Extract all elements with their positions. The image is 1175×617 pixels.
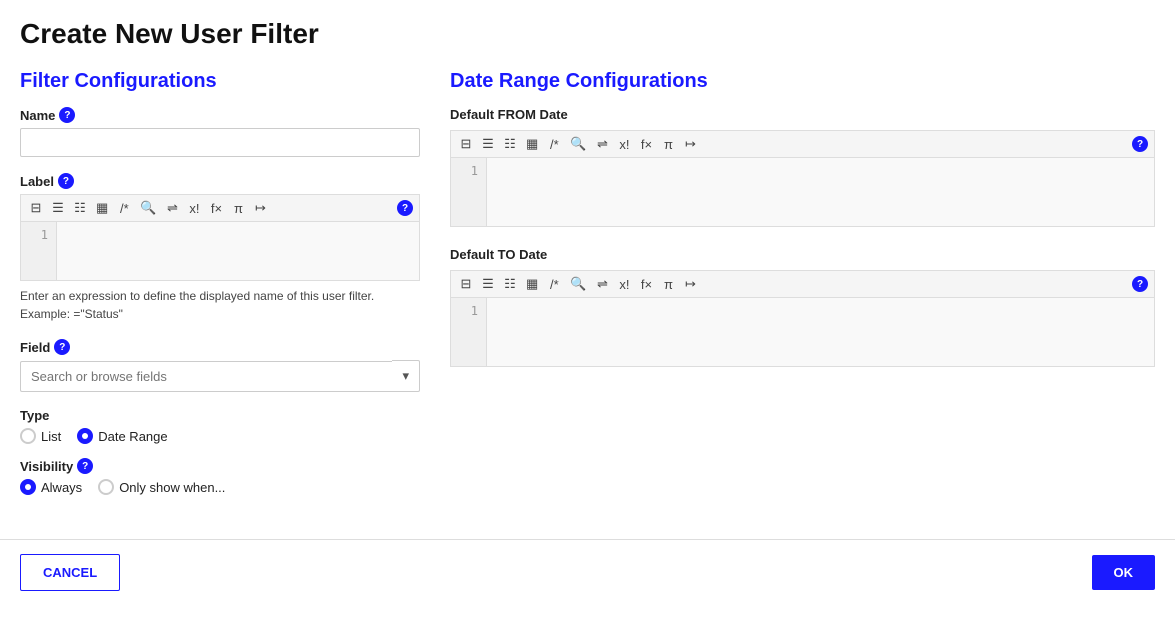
from-editor-toolbar: ⊟ ☰ ☷ ▦ /* 🔍 ⇌ x! f× π ↦ ? <box>450 130 1155 157</box>
from-toolbar-btn-5[interactable]: /* <box>545 135 563 154</box>
visibility-radio-group: Always Only show when... <box>20 479 420 495</box>
type-radio-group: List Date Range <box>20 428 420 444</box>
filter-config-title: Filter Configurations <box>20 70 420 93</box>
field-search-input[interactable] <box>20 361 392 392</box>
toolbar-btn-8[interactable]: x! <box>185 199 203 218</box>
toolbar-btn-3[interactable]: ☷ <box>71 198 89 218</box>
type-list-option[interactable]: List <box>20 428 61 444</box>
to-toolbar-btn-11[interactable]: ↦ <box>681 274 699 294</box>
type-list-radio[interactable] <box>20 428 36 444</box>
from-toolbar-btn-6[interactable]: 🔍 <box>567 134 589 154</box>
visibility-label: Visibility ? <box>20 458 420 474</box>
toolbar-btn-7[interactable]: ⇌ <box>163 198 181 218</box>
toolbar-btn-6[interactable]: 🔍 <box>137 198 159 218</box>
to-toolbar-btn-5[interactable]: /* <box>545 275 563 294</box>
type-daterange-radio[interactable] <box>77 428 93 444</box>
visibility-conditional-radio[interactable] <box>98 479 114 495</box>
to-editor-help-icon[interactable]: ? <box>1132 276 1148 292</box>
from-toolbar-btn-1[interactable]: ⊟ <box>457 134 475 154</box>
to-date-label: Default TO Date <box>450 247 1155 262</box>
to-toolbar-btn-10[interactable]: π <box>659 275 677 294</box>
cancel-button[interactable]: CANCEL <box>20 554 120 591</box>
type-daterange-option[interactable]: Date Range <box>77 428 167 444</box>
right-panel: Date Range Configurations Default FROM D… <box>450 70 1155 509</box>
from-toolbar-btn-7[interactable]: ⇌ <box>593 134 611 154</box>
to-date-section: Default TO Date ⊟ ☰ ☷ ▦ /* 🔍 ⇌ x! f× π ↦… <box>450 247 1155 367</box>
left-panel: Filter Configurations Name ? Label ? ⊟ ☰… <box>20 70 420 509</box>
toolbar-btn-4[interactable]: ▦ <box>93 198 111 218</box>
label-editor-body: 1 <box>20 221 420 281</box>
to-toolbar-btn-7[interactable]: ⇌ <box>593 274 611 294</box>
from-toolbar-btn-4[interactable]: ▦ <box>523 134 541 154</box>
from-editor-body: 1 <box>450 157 1155 227</box>
name-help-icon[interactable]: ? <box>59 107 75 123</box>
from-editor-help-icon[interactable]: ? <box>1132 136 1148 152</box>
from-date-section: Default FROM Date ⊟ ☰ ☷ ▦ /* 🔍 ⇌ x! f× π… <box>450 107 1155 227</box>
to-editor-content[interactable] <box>487 298 1154 366</box>
from-toolbar-btn-10[interactable]: π <box>659 135 677 154</box>
from-toolbar-btn-8[interactable]: x! <box>615 135 633 154</box>
to-editor-toolbar: ⊟ ☰ ☷ ▦ /* 🔍 ⇌ x! f× π ↦ ? <box>450 270 1155 297</box>
label-editor-help-icon[interactable]: ? <box>397 200 413 216</box>
from-toolbar-btn-11[interactable]: ↦ <box>681 134 699 154</box>
to-toolbar-btn-2[interactable]: ☰ <box>479 274 497 294</box>
to-editor-line-numbers: 1 <box>451 298 487 366</box>
type-label: Type <box>20 408 420 423</box>
page-title: Create New User Filter <box>0 0 1175 60</box>
field-label: Field ? <box>20 339 420 355</box>
field-dropdown-btn[interactable]: ▾ <box>392 360 420 392</box>
from-toolbar-btn-3[interactable]: ☷ <box>501 134 519 154</box>
to-toolbar-btn-8[interactable]: x! <box>615 275 633 294</box>
footer: CANCEL OK <box>0 540 1175 605</box>
ok-button[interactable]: OK <box>1092 555 1156 590</box>
from-toolbar-btn-9[interactable]: f× <box>637 135 655 154</box>
to-toolbar-btn-6[interactable]: 🔍 <box>567 274 589 294</box>
name-field-group: Name ? <box>20 107 420 157</box>
toolbar-btn-5[interactable]: /* <box>115 199 133 218</box>
to-toolbar-btn-3[interactable]: ☷ <box>501 274 519 294</box>
from-toolbar-btn-2[interactable]: ☰ <box>479 134 497 154</box>
toolbar-btn-1[interactable]: ⊟ <box>27 198 45 218</box>
to-toolbar-btn-9[interactable]: f× <box>637 275 655 294</box>
visibility-conditional-option[interactable]: Only show when... <box>98 479 225 495</box>
from-editor-line-numbers: 1 <box>451 158 487 226</box>
toolbar-btn-10[interactable]: π <box>229 199 247 218</box>
label-label: Label ? <box>20 173 420 189</box>
field-help-icon[interactable]: ? <box>54 339 70 355</box>
label-editor-toolbar: ⊟ ☰ ☷ ▦ /* 🔍 ⇌ x! f× π ↦ ? <box>20 194 420 221</box>
from-editor-content[interactable] <box>487 158 1154 226</box>
to-editor-body: 1 <box>450 297 1155 367</box>
toolbar-btn-2[interactable]: ☰ <box>49 198 67 218</box>
label-help-icon[interactable]: ? <box>58 173 74 189</box>
toolbar-btn-11[interactable]: ↦ <box>251 198 269 218</box>
date-range-config-title: Date Range Configurations <box>450 70 1155 93</box>
type-row: Type List Date Range <box>20 408 420 444</box>
visibility-help-icon[interactable]: ? <box>77 458 93 474</box>
to-toolbar-btn-4[interactable]: ▦ <box>523 274 541 294</box>
from-date-label: Default FROM Date <box>450 107 1155 122</box>
name-input[interactable] <box>20 128 420 157</box>
label-editor-content[interactable] <box>57 222 419 280</box>
label-hint-text: Enter an expression to define the displa… <box>20 287 420 323</box>
name-label: Name ? <box>20 107 420 123</box>
toolbar-btn-9[interactable]: f× <box>207 199 225 218</box>
label-editor-line-numbers: 1 <box>21 222 57 280</box>
visibility-always-radio[interactable] <box>20 479 36 495</box>
field-search-row: ▾ <box>20 360 420 392</box>
visibility-always-option[interactable]: Always <box>20 479 82 495</box>
to-toolbar-btn-1[interactable]: ⊟ <box>457 274 475 294</box>
label-field-group: Label ? ⊟ ☰ ☷ ▦ /* 🔍 ⇌ x! f× π ↦ ? 1 <box>20 173 420 323</box>
visibility-row: Visibility ? Always Only show when... <box>20 458 420 495</box>
field-field-group: Field ? ▾ <box>20 339 420 392</box>
